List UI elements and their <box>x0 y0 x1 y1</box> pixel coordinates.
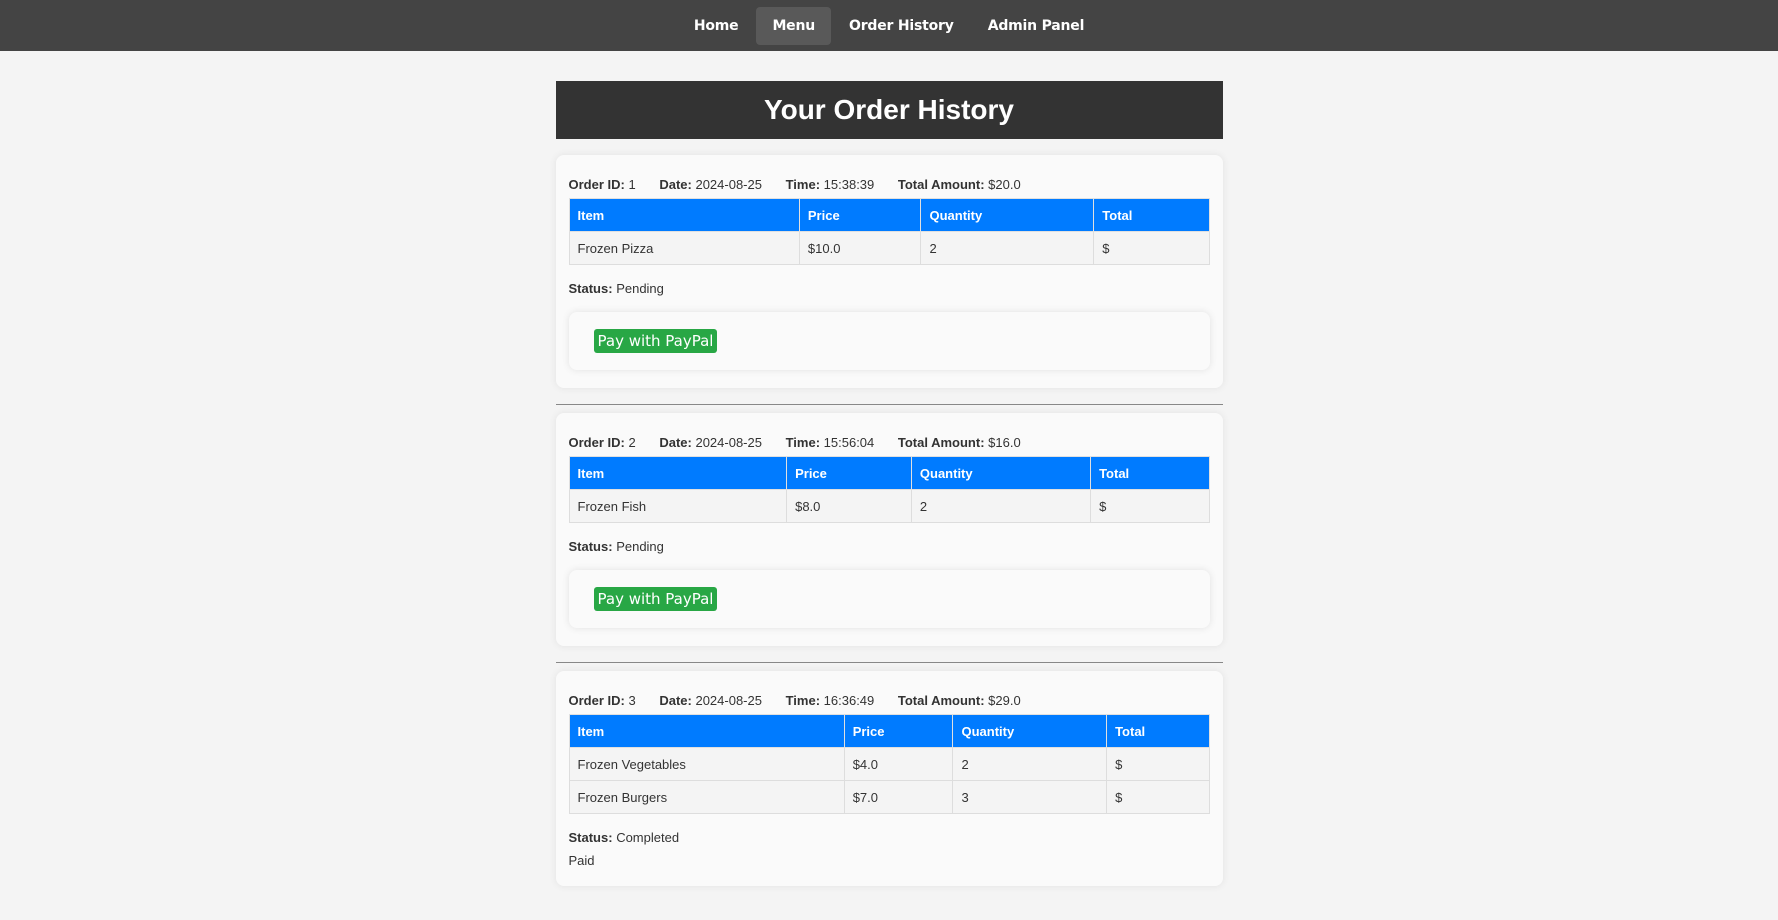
time-value: 15:38:39 <box>823 177 875 192</box>
top-navbar: Home Menu Order History Admin Panel <box>0 0 1778 51</box>
item-name: Frozen Burgers <box>568 780 845 814</box>
total-amount-label: Total Amount: <box>897 435 985 450</box>
order-id-value: 1 <box>628 177 636 192</box>
page-title: Your Order History <box>555 81 1223 139</box>
status-label: Status: <box>568 539 613 554</box>
order-meta: Order ID: 2 Date: 2024-08-25 Time: 15:56… <box>569 435 1210 450</box>
table-header-row: Item Price Quantity Total <box>568 198 1210 232</box>
col-quantity-header: Quantity <box>952 714 1108 748</box>
table-row: Frozen Pizza $10.0 2 $ <box>568 231 1210 265</box>
col-item-header: Item <box>568 714 845 748</box>
date-label: Date: <box>659 435 692 450</box>
order-items-table: Item Price Quantity Total Frozen Pizza $… <box>568 198 1210 265</box>
pay-with-paypal-button[interactable]: Pay with PayPal <box>593 329 718 353</box>
table-row: Frozen Burgers $7.0 3 $ <box>568 780 1210 814</box>
status-value: Pending <box>616 281 664 296</box>
col-quantity-header: Quantity <box>910 456 1092 490</box>
order-status: Status: Pending <box>569 539 1210 554</box>
order-divider <box>555 404 1223 405</box>
item-name: Frozen Pizza <box>568 231 800 265</box>
main-container: Your Order History Order ID: 1 Date: 202… <box>555 81 1223 886</box>
order-meta: Order ID: 3 Date: 2024-08-25 Time: 16:36… <box>569 693 1210 708</box>
item-quantity: 2 <box>952 747 1108 781</box>
paypal-container: Pay with PayPal <box>568 312 1210 370</box>
col-price-header: Price <box>798 198 922 232</box>
item-price: $10.0 <box>798 231 922 265</box>
total-amount-value: $16.0 <box>988 435 1021 450</box>
time-label: Time: <box>785 177 821 192</box>
order-id-label: Order ID: <box>568 435 625 450</box>
date-label: Date: <box>659 693 692 708</box>
order-items-table: Item Price Quantity Total Frozen Vegetab… <box>568 714 1210 814</box>
col-item-header: Item <box>568 198 800 232</box>
item-total: $ <box>1106 747 1210 781</box>
date-label: Date: <box>659 177 692 192</box>
nav-admin-panel[interactable]: Admin Panel <box>972 7 1100 45</box>
col-quantity-header: Quantity <box>920 198 1095 232</box>
order-status: Status: Pending <box>569 281 1210 296</box>
total-amount-label: Total Amount: <box>897 177 985 192</box>
item-quantity: 2 <box>910 489 1092 523</box>
order-id-label: Order ID: <box>568 177 625 192</box>
paypal-container: Pay with PayPal <box>568 570 1210 628</box>
item-total: $ <box>1090 489 1210 523</box>
date-value: 2024-08-25 <box>695 693 762 708</box>
time-label: Time: <box>785 435 821 450</box>
item-price: $8.0 <box>786 489 912 523</box>
nav-order-history[interactable]: Order History <box>833 7 970 45</box>
total-amount-label: Total Amount: <box>897 693 985 708</box>
status-label: Status: <box>568 281 613 296</box>
col-total-header: Total <box>1106 714 1210 748</box>
time-value: 16:36:49 <box>823 693 875 708</box>
order-id-label: Order ID: <box>568 693 625 708</box>
order-status: Status: Completed <box>569 830 1210 845</box>
nav-home[interactable]: Home <box>678 7 755 45</box>
item-name: Frozen Vegetables <box>568 747 845 781</box>
item-price: $7.0 <box>843 780 954 814</box>
order-card: Order ID: 1 Date: 2024-08-25 Time: 15:38… <box>555 155 1223 388</box>
col-item-header: Item <box>568 456 788 490</box>
table-header-row: Item Price Quantity Total <box>568 714 1210 748</box>
time-label: Time: <box>785 693 821 708</box>
total-amount-value: $20.0 <box>988 177 1021 192</box>
item-price: $4.0 <box>843 747 954 781</box>
total-amount-value: $29.0 <box>988 693 1021 708</box>
item-quantity: 2 <box>920 231 1095 265</box>
pay-with-paypal-button[interactable]: Pay with PayPal <box>593 587 718 611</box>
order-card: Order ID: 2 Date: 2024-08-25 Time: 15:56… <box>555 413 1223 646</box>
col-total-header: Total <box>1093 198 1210 232</box>
item-total: $ <box>1093 231 1210 265</box>
item-quantity: 3 <box>952 780 1108 814</box>
item-total: $ <box>1106 780 1210 814</box>
table-row: Frozen Fish $8.0 2 $ <box>568 489 1210 523</box>
status-value: Pending <box>616 539 664 554</box>
col-total-header: Total <box>1090 456 1210 490</box>
status-label: Status: <box>568 830 613 845</box>
table-row: Frozen Vegetables $4.0 2 $ <box>568 747 1210 781</box>
order-id-value: 3 <box>628 693 636 708</box>
paid-indicator: Paid <box>568 853 595 868</box>
order-meta: Order ID: 1 Date: 2024-08-25 Time: 15:38… <box>569 177 1210 192</box>
order-divider <box>555 662 1223 663</box>
col-price-header: Price <box>786 456 912 490</box>
order-id-value: 2 <box>628 435 636 450</box>
order-card: Order ID: 3 Date: 2024-08-25 Time: 16:36… <box>555 671 1223 886</box>
table-header-row: Item Price Quantity Total <box>568 456 1210 490</box>
date-value: 2024-08-25 <box>695 177 762 192</box>
date-value: 2024-08-25 <box>695 435 762 450</box>
item-name: Frozen Fish <box>568 489 788 523</box>
time-value: 15:56:04 <box>823 435 875 450</box>
status-value: Completed <box>616 830 680 845</box>
col-price-header: Price <box>843 714 954 748</box>
order-items-table: Item Price Quantity Total Frozen Fish $8… <box>568 456 1210 523</box>
nav-menu[interactable]: Menu <box>756 6 831 45</box>
